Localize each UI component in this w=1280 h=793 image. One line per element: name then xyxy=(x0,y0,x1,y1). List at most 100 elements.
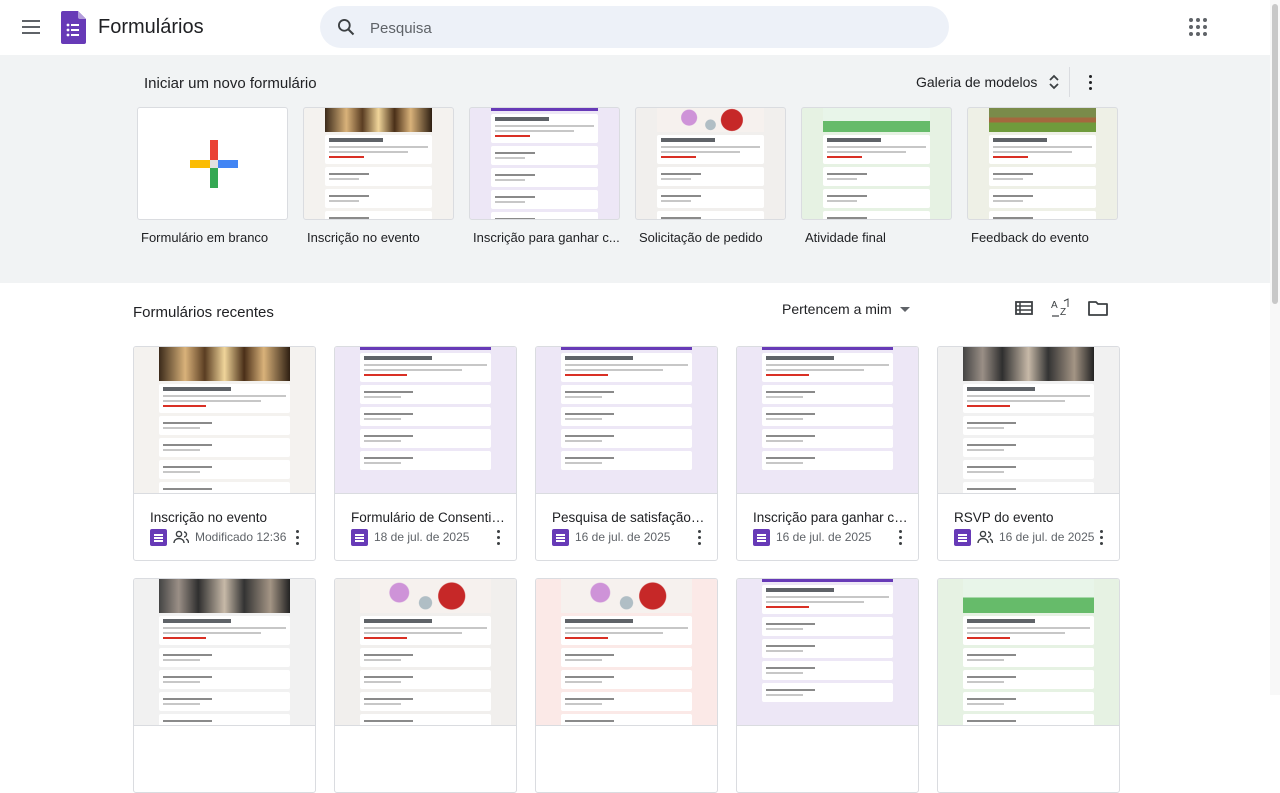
recent-form-meta: 18 de jul. de 2025 xyxy=(351,528,469,546)
template-card[interactable] xyxy=(303,107,454,220)
top-bar: Formulários xyxy=(0,0,1280,55)
recent-form-thumbnail[interactable] xyxy=(737,579,918,726)
form-thumbnail xyxy=(360,347,491,493)
template-card-label[interactable]: Formulário em branco xyxy=(141,230,291,245)
recent-form-card[interactable]: Formulário de Consentim... 18 de jul. de … xyxy=(334,346,517,561)
more-vert-icon[interactable] xyxy=(491,528,505,546)
apps-grid-icon[interactable] xyxy=(1186,15,1210,39)
recent-form-title: Formulário de Consentim... xyxy=(351,510,507,525)
recent-form-date: 18 de jul. de 2025 xyxy=(374,530,470,544)
form-thumbnail xyxy=(988,108,1097,219)
template-more-options-button[interactable] xyxy=(1080,69,1100,95)
owner-filter-label: Pertencem a mim xyxy=(782,301,892,317)
recent-form-meta: 16 de jul. de 2025 xyxy=(753,528,871,546)
recent-form-thumbnail[interactable] xyxy=(536,579,717,726)
recent-form-card[interactable] xyxy=(133,578,316,793)
sort-az-icon[interactable]: A Z xyxy=(1050,297,1072,319)
template-gallery-label: Galeria de modelos xyxy=(916,74,1038,90)
recent-form-thumbnail[interactable] xyxy=(335,579,516,726)
recent-form-meta: Modificado 12:36 xyxy=(150,528,286,546)
recent-form-thumbnail[interactable] xyxy=(134,347,315,494)
svg-text:Z: Z xyxy=(1060,307,1066,318)
form-thumbnail xyxy=(360,579,491,725)
recent-form-card[interactable]: RSVP do evento 16 de jul. de 2025 xyxy=(937,346,1120,561)
template-card-label[interactable]: Atividade final xyxy=(805,230,955,245)
recent-form-thumbnail[interactable] xyxy=(134,579,315,726)
forms-doc-icon xyxy=(150,528,167,546)
recent-form-thumbnail[interactable] xyxy=(938,347,1119,494)
scrollbar-thumb[interactable] xyxy=(1272,4,1278,304)
template-card[interactable] xyxy=(967,107,1118,220)
template-card[interactable] xyxy=(635,107,786,220)
recent-form-card[interactable] xyxy=(535,578,718,793)
form-thumbnail xyxy=(762,347,893,493)
form-thumbnail xyxy=(762,579,893,725)
shared-people-icon xyxy=(977,530,993,544)
recent-form-title: RSVP do evento xyxy=(954,510,1054,525)
recent-form-thumbnail[interactable] xyxy=(536,347,717,494)
recent-form-date: 16 de jul. de 2025 xyxy=(999,530,1095,544)
form-thumbnail xyxy=(324,108,433,219)
template-card[interactable] xyxy=(137,107,288,220)
form-thumbnail xyxy=(656,108,765,219)
forms-doc-icon xyxy=(552,528,569,546)
recent-form-card[interactable] xyxy=(334,578,517,793)
form-thumbnail xyxy=(561,347,692,493)
search-icon[interactable] xyxy=(336,17,356,37)
owner-filter-dropdown[interactable]: Pertencem a mim xyxy=(776,298,916,320)
template-card-label[interactable]: Solicitação de pedido xyxy=(639,230,789,245)
form-thumbnail xyxy=(963,579,1094,725)
template-section: Iniciar um novo formulário Galeria de mo… xyxy=(0,55,1270,283)
form-thumbnail xyxy=(159,579,290,725)
main-menu-button[interactable] xyxy=(17,13,45,41)
recent-form-date: 16 de jul. de 2025 xyxy=(575,530,671,544)
recent-form-title: Inscrição no evento xyxy=(150,510,268,525)
form-thumbnail xyxy=(490,108,599,219)
app-title[interactable]: Formulários xyxy=(98,16,204,39)
recent-form-card[interactable]: Inscrição para ganhar ca... 16 de jul. de… xyxy=(736,346,919,561)
shared-people-icon xyxy=(173,530,189,544)
template-card[interactable] xyxy=(801,107,952,220)
recent-form-meta: 16 de jul. de 2025 xyxy=(552,528,670,546)
recent-form-card[interactable]: Inscrição no evento Modificado 12:36 xyxy=(133,346,316,561)
recent-form-thumbnail[interactable] xyxy=(938,579,1119,726)
page-scrollbar[interactable] xyxy=(1270,0,1280,695)
recent-form-card[interactable]: Pesquisa de satisfação do... 16 de jul. d… xyxy=(535,346,718,561)
menu-icon-line xyxy=(22,32,40,34)
more-vert-icon[interactable] xyxy=(1094,528,1108,546)
form-thumbnail xyxy=(822,108,931,219)
google-plus-icon xyxy=(190,140,238,188)
recent-form-card[interactable] xyxy=(736,578,919,793)
recent-form-thumbnail[interactable] xyxy=(335,347,516,494)
more-vert-icon[interactable] xyxy=(893,528,907,546)
recent-form-date: 16 de jul. de 2025 xyxy=(776,530,872,544)
search-input[interactable] xyxy=(370,17,930,39)
form-thumbnail xyxy=(963,347,1094,493)
recent-form-title: Inscrição para ganhar ca... xyxy=(753,510,909,525)
forms-logo-icon[interactable] xyxy=(61,11,86,44)
forms-doc-icon xyxy=(351,528,368,546)
folder-icon[interactable] xyxy=(1087,297,1109,319)
recent-form-date: Modificado 12:36 xyxy=(195,530,287,544)
menu-icon-line xyxy=(22,26,40,28)
list-view-icon[interactable] xyxy=(1013,297,1035,319)
template-section-heading: Iniciar um novo formulário xyxy=(144,75,317,92)
template-card-label[interactable]: Inscrição para ganhar c... xyxy=(473,230,623,245)
template-card[interactable] xyxy=(469,107,620,220)
recent-form-thumbnail[interactable] xyxy=(737,347,918,494)
template-card-label[interactable]: Feedback do evento xyxy=(971,230,1121,245)
template-card-label[interactable]: Inscrição no evento xyxy=(307,230,457,245)
forms-doc-icon xyxy=(954,528,971,546)
more-vert-icon[interactable] xyxy=(290,528,304,546)
form-thumbnail xyxy=(561,579,692,725)
template-gallery-button[interactable]: Galeria de modelos xyxy=(908,67,1069,97)
svg-text:A: A xyxy=(1051,300,1058,311)
search-bar[interactable] xyxy=(320,6,949,48)
recent-form-title: Pesquisa de satisfação do... xyxy=(552,510,708,525)
recent-form-card[interactable] xyxy=(937,578,1120,793)
caret-down-icon xyxy=(899,306,910,312)
form-thumbnail xyxy=(159,347,290,493)
more-vert-icon[interactable] xyxy=(692,528,706,546)
recent-form-meta: 16 de jul. de 2025 xyxy=(954,528,1094,546)
forms-doc-icon xyxy=(753,528,770,546)
